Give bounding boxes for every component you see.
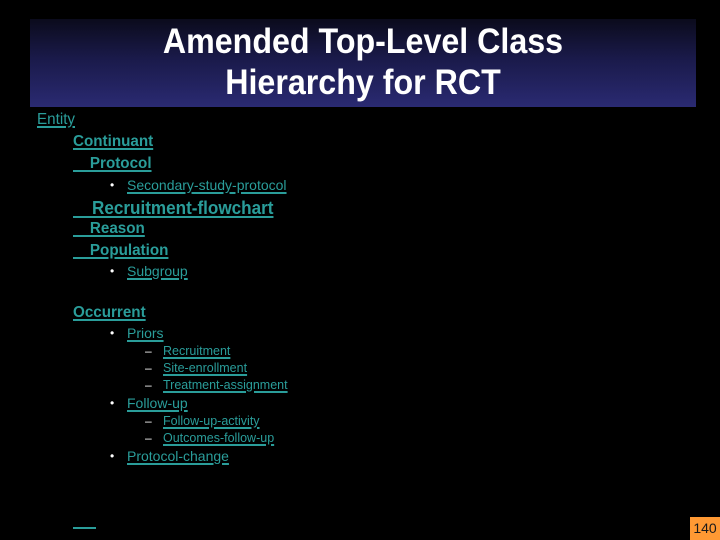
link-recruitment[interactable]: Recruitment bbox=[163, 344, 230, 358]
link-protocol-change[interactable]: Protocol-change bbox=[127, 448, 229, 464]
link-subgroup[interactable]: Subgroup bbox=[127, 263, 188, 279]
empty-link-underline[interactable] bbox=[73, 527, 96, 529]
title-line-1: Amended Top-Level Class bbox=[162, 22, 564, 61]
link-follow-up-activity[interactable]: Follow-up-activity bbox=[163, 414, 260, 428]
dash-icon: – bbox=[145, 414, 152, 428]
bullet-icon: • bbox=[110, 326, 115, 340]
link-site-enrollment[interactable]: Site-enrollment bbox=[163, 361, 247, 375]
link-reason[interactable]: Reason bbox=[73, 220, 145, 238]
link-follow-up[interactable]: Follow-up bbox=[127, 395, 188, 411]
title-line-2: Hierarchy for RCT bbox=[225, 63, 501, 102]
dash-icon: – bbox=[145, 344, 152, 358]
dash-icon: – bbox=[145, 361, 152, 375]
link-occurrent[interactable]: Occurrent bbox=[73, 304, 146, 322]
bullet-icon: • bbox=[110, 449, 115, 463]
link-continuant[interactable]: Continuant bbox=[73, 133, 153, 151]
slide-title: Amended Top-Level Class Hierarchy for RC… bbox=[57, 21, 670, 103]
dash-icon: – bbox=[145, 378, 152, 392]
link-treatment-assignment[interactable]: Treatment-assignment bbox=[163, 378, 288, 392]
link-population[interactable]: Population bbox=[73, 242, 169, 260]
bullet-icon: • bbox=[110, 396, 115, 410]
link-secondary-study-protocol[interactable]: Secondary-study-protocol bbox=[127, 177, 287, 193]
page-number: 140 bbox=[690, 517, 720, 540]
bullet-icon: • bbox=[110, 178, 115, 192]
link-entity[interactable]: Entity bbox=[37, 111, 75, 129]
link-recruitment-flowchart[interactable]: Recruitment-flowchart bbox=[73, 198, 273, 219]
title-banner: Amended Top-Level Class Hierarchy for RC… bbox=[30, 19, 696, 107]
link-outcomes-follow-up[interactable]: Outcomes-follow-up bbox=[163, 431, 274, 445]
dash-icon: – bbox=[145, 431, 152, 445]
link-priors[interactable]: Priors bbox=[127, 325, 164, 341]
bullet-icon: • bbox=[110, 264, 115, 278]
link-protocol[interactable]: Protocol bbox=[73, 155, 152, 173]
